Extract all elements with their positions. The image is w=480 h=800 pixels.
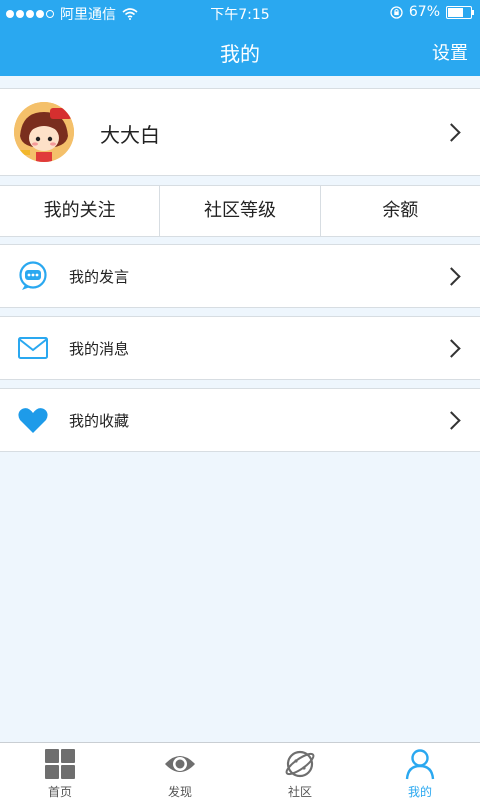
profile-stats-tabs: 我的关注 社区等级 余额 bbox=[0, 185, 480, 237]
grid-icon bbox=[45, 749, 75, 779]
avatar[interactable] bbox=[14, 102, 74, 162]
envelope-icon bbox=[18, 337, 48, 359]
tabbar-item-mine[interactable]: 我的 bbox=[360, 743, 480, 800]
chat-bubble-icon bbox=[19, 261, 47, 290]
tabbar-label: 首页 bbox=[47, 785, 72, 799]
chevron-right-icon bbox=[442, 339, 461, 358]
list-item-label: 我的收藏 bbox=[69, 412, 130, 430]
settings-button[interactable]: 设置 bbox=[432, 39, 468, 65]
user-icon bbox=[405, 749, 435, 780]
bottom-tab-bar: 首页 发现 社区 我的 bbox=[0, 742, 480, 800]
chevron-right-icon bbox=[442, 123, 461, 142]
planet-icon bbox=[285, 750, 315, 778]
list-item-label: 我的发言 bbox=[69, 268, 130, 286]
tabbar-label: 我的 bbox=[407, 785, 432, 799]
chevron-right-icon bbox=[442, 411, 461, 430]
tabbar-item-community[interactable]: 社区 bbox=[240, 743, 360, 800]
list-item-my-posts[interactable]: 我的发言 bbox=[0, 244, 480, 308]
status-bar: 阿里通信 下午7:15 67% bbox=[0, 0, 480, 26]
list-item-label: 我的消息 bbox=[69, 340, 130, 358]
battery-icon bbox=[446, 5, 474, 19]
tabbar-label: 社区 bbox=[287, 785, 312, 799]
tabbar-item-discover[interactable]: 发现 bbox=[120, 743, 240, 800]
list-item-my-messages[interactable]: 我的消息 bbox=[0, 316, 480, 380]
status-right: 67% bbox=[390, 4, 474, 20]
battery-percent: 67% bbox=[408, 4, 440, 20]
chevron-right-icon bbox=[442, 267, 461, 286]
eye-icon bbox=[165, 756, 195, 772]
list-item-my-favorites[interactable]: 我的收藏 bbox=[0, 388, 480, 452]
tab-my-follows[interactable]: 我的关注 bbox=[0, 186, 161, 236]
tabbar-item-home[interactable]: 首页 bbox=[0, 743, 120, 800]
avatar-image-icon bbox=[14, 102, 74, 162]
tab-community-level[interactable]: 社区等级 bbox=[160, 186, 321, 236]
rotation-lock-icon bbox=[390, 5, 403, 19]
heart-icon bbox=[18, 408, 48, 433]
profile-card[interactable]: 大大白 bbox=[0, 88, 480, 176]
tabbar-label: 发现 bbox=[167, 785, 192, 799]
profile-name: 大大白 bbox=[100, 123, 160, 147]
battery-fill bbox=[448, 7, 463, 17]
page-title: 我的 bbox=[220, 42, 260, 66]
tab-balance[interactable]: 余额 bbox=[321, 186, 480, 236]
nav-bar: 我的 设置 bbox=[0, 26, 480, 76]
